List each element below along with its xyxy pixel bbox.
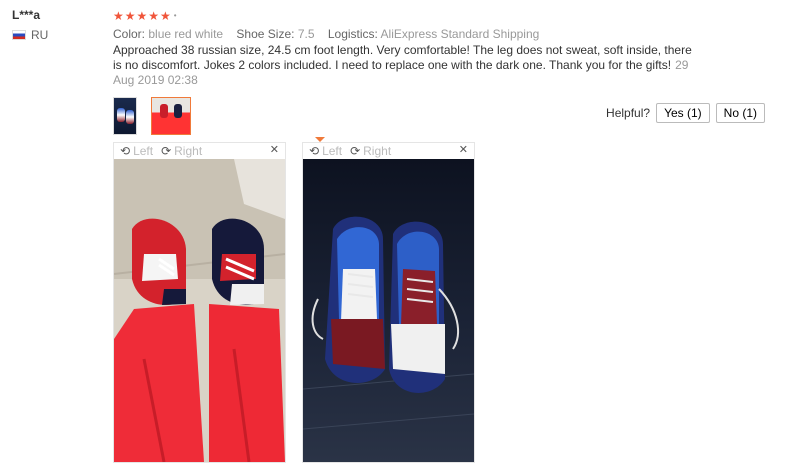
size-value: 7.5 bbox=[297, 27, 315, 41]
review-content: ★★★★★ • Color: blue red white Shoe Size: … bbox=[113, 8, 773, 88]
helpful-label: Helpful? bbox=[606, 106, 651, 120]
rotate-left-button[interactable]: ⟲ Left bbox=[120, 144, 153, 158]
review-photo-2[interactable] bbox=[303, 159, 474, 462]
country-code: RU bbox=[31, 28, 49, 42]
rotate-left-icon: ⟲ bbox=[120, 144, 131, 158]
color-label: Color: bbox=[113, 27, 146, 41]
review-text: Approached 38 russian size, 24.5 cm foot… bbox=[113, 43, 692, 72]
rotate-left-button[interactable]: ⟲ Left bbox=[309, 144, 342, 158]
helpful-voting: Helpful? Yes (1) No (1) bbox=[606, 103, 765, 123]
rotate-right-label: Right bbox=[174, 144, 203, 158]
helpful-no-button[interactable]: No (1) bbox=[715, 103, 765, 123]
stars-icon: ★★★★★ bbox=[113, 9, 172, 23]
reviewer-name: L***a bbox=[12, 8, 41, 22]
close-icon[interactable]: ✕ bbox=[459, 143, 468, 156]
photo-viewer-1: ⟲ Left ⟳ Right ✕ bbox=[113, 142, 286, 463]
russia-flag-icon bbox=[12, 30, 26, 40]
logistics-label: Logistics: bbox=[327, 27, 378, 41]
rotate-right-button[interactable]: ⟳ Right bbox=[161, 144, 202, 158]
review-text-block: Approached 38 russian size, 24.5 cm foot… bbox=[113, 43, 693, 88]
review-photo-1[interactable] bbox=[114, 159, 285, 462]
rotate-right-icon: ⟳ bbox=[350, 144, 361, 158]
logistics-value: AliExpress Standard Shipping bbox=[380, 27, 540, 41]
size-label: Shoe Size: bbox=[236, 27, 295, 41]
star-rating: ★★★★★ • bbox=[113, 8, 773, 24]
order-attributes: Color: blue red white Shoe Size: 7.5 Log… bbox=[113, 27, 773, 41]
reviewer-country: RU bbox=[12, 28, 48, 42]
photo-thumbnail-2[interactable] bbox=[151, 97, 191, 135]
viewer-toolbar: ⟲ Left ⟳ Right ✕ bbox=[303, 143, 474, 159]
rating-dot-icon: • bbox=[173, 11, 178, 20]
viewer-toolbar: ⟲ Left ⟳ Right ✕ bbox=[114, 143, 285, 159]
close-icon[interactable]: ✕ bbox=[270, 143, 279, 156]
color-value: blue red white bbox=[148, 27, 224, 41]
rotate-left-label: Left bbox=[322, 144, 343, 158]
reviewer-info: L***a RU bbox=[12, 8, 48, 42]
rotate-left-label: Left bbox=[133, 144, 154, 158]
photo-thumbnail-1[interactable] bbox=[113, 97, 137, 135]
rotate-right-label: Right bbox=[363, 144, 392, 158]
shoes-on-feet-image bbox=[114, 159, 285, 462]
rotate-left-icon: ⟲ bbox=[309, 144, 320, 158]
shoes-on-floor-image bbox=[303, 159, 474, 462]
photo-viewer-2: ⟲ Left ⟳ Right ✕ bbox=[302, 137, 475, 463]
rotate-right-icon: ⟳ bbox=[161, 144, 172, 158]
active-pointer-icon bbox=[315, 137, 325, 142]
helpful-yes-button[interactable]: Yes (1) bbox=[656, 103, 710, 123]
rotate-right-button[interactable]: ⟳ Right bbox=[350, 144, 391, 158]
photo-thumbnails bbox=[113, 97, 191, 135]
